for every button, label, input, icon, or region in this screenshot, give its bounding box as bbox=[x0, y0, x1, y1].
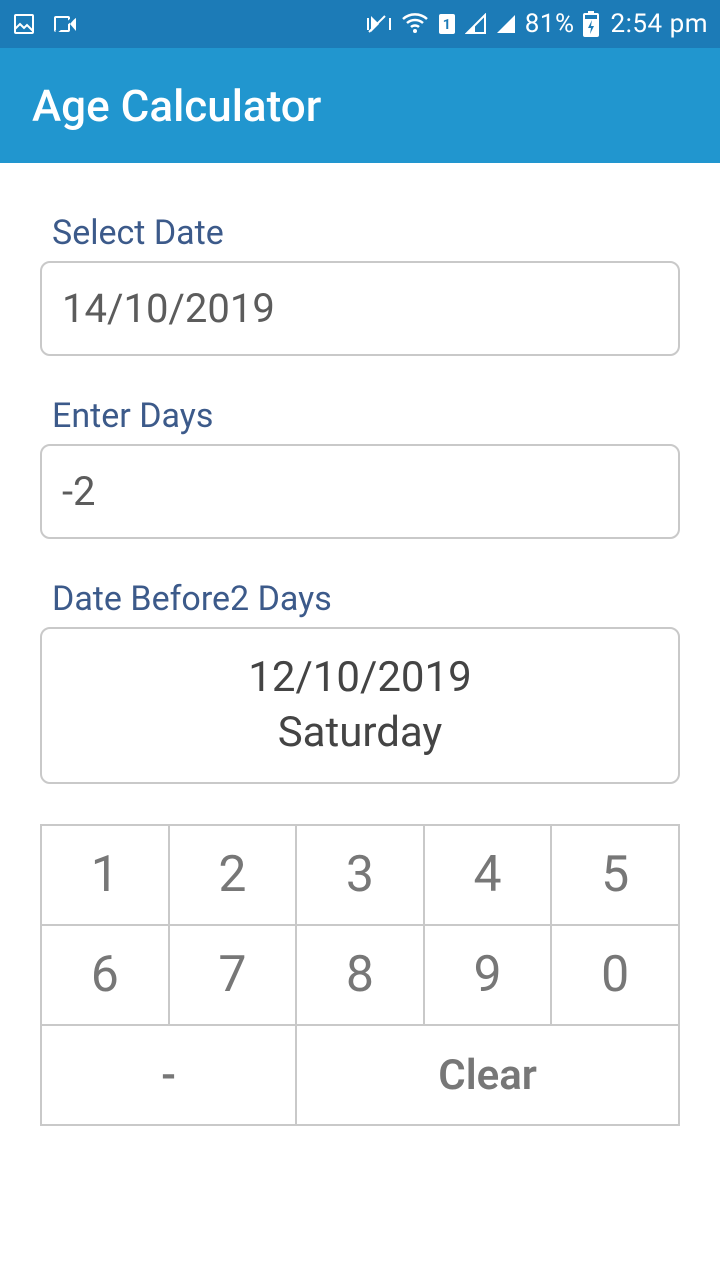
key-1[interactable]: 1 bbox=[41, 825, 169, 925]
key-7[interactable]: 7 bbox=[169, 925, 297, 1025]
sim1-icon: 1 bbox=[437, 12, 457, 36]
vibrate-icon bbox=[365, 12, 393, 36]
result-day: Saturday bbox=[62, 706, 658, 761]
wifi-icon bbox=[401, 13, 429, 35]
battery-charging-icon bbox=[583, 11, 599, 37]
key-2[interactable]: 2 bbox=[169, 825, 297, 925]
signal1-icon bbox=[465, 13, 487, 35]
keypad: 1 2 3 4 5 6 7 8 9 0 -Clear bbox=[40, 824, 680, 1126]
key-8[interactable]: 8 bbox=[296, 925, 424, 1025]
key-0[interactable]: 0 bbox=[551, 925, 679, 1025]
video-off-icon bbox=[54, 14, 78, 34]
app-bar: Age Calculator bbox=[0, 48, 720, 163]
status-bar: 1 81% 2:54 pm bbox=[0, 0, 720, 48]
app-title: Age Calculator bbox=[32, 80, 321, 132]
key-minus[interactable]: - bbox=[41, 1025, 296, 1125]
enter-days-label: Enter Days bbox=[52, 396, 680, 436]
gallery-icon bbox=[12, 12, 36, 36]
select-date-label: Select Date bbox=[52, 213, 680, 253]
signal2-icon bbox=[495, 13, 517, 35]
key-3[interactable]: 3 bbox=[296, 825, 424, 925]
key-5[interactable]: 5 bbox=[551, 825, 679, 925]
key-clear[interactable]: Clear bbox=[296, 1025, 679, 1125]
battery-percentage: 81% bbox=[525, 9, 575, 39]
result-box: 12/10/2019 Saturday bbox=[40, 627, 680, 784]
clock-time: 2:54 pm bbox=[611, 9, 708, 39]
result-label: Date Before2 Days bbox=[52, 579, 680, 619]
key-4[interactable]: 4 bbox=[424, 825, 552, 925]
enter-days-input[interactable]: -2 bbox=[40, 444, 680, 539]
key-9[interactable]: 9 bbox=[424, 925, 552, 1025]
select-date-input[interactable]: 14/10/2019 bbox=[40, 261, 680, 356]
main-content: Select Date 14/10/2019 Enter Days -2 Dat… bbox=[0, 163, 720, 1126]
key-6[interactable]: 6 bbox=[41, 925, 169, 1025]
svg-text:1: 1 bbox=[442, 17, 451, 33]
result-date: 12/10/2019 bbox=[62, 651, 658, 706]
